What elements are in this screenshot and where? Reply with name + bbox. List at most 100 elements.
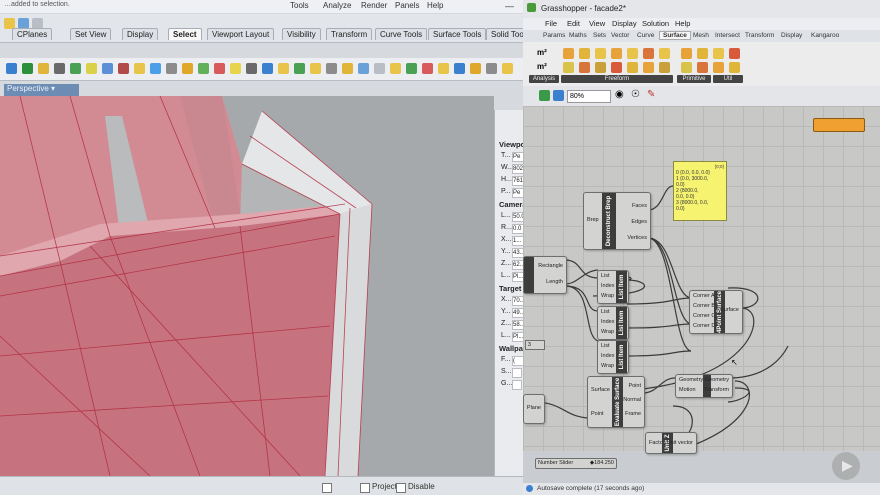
surface-tool-icon[interactable] xyxy=(643,48,654,59)
zoom-extents-icon[interactable]: ◉ xyxy=(615,89,624,100)
select-icon[interactable] xyxy=(390,63,401,74)
output-frame[interactable]: Frame xyxy=(625,411,641,417)
gh-menu-edit[interactable]: Edit xyxy=(567,19,580,28)
input-motion[interactable]: Motion xyxy=(679,387,696,393)
tab-set-view[interactable]: Set View xyxy=(70,28,112,40)
input-index[interactable]: Index xyxy=(601,353,614,359)
select-icon[interactable] xyxy=(86,63,97,74)
select-icon[interactable] xyxy=(326,63,337,74)
surface-tool-icon[interactable] xyxy=(595,48,606,59)
deconstruct-brep-component[interactable]: Brep Deconstruct Brep Faces Edges Vertic… xyxy=(583,192,651,250)
util-tool-icon[interactable] xyxy=(713,48,724,59)
select-icon[interactable] xyxy=(214,63,225,74)
select-icon[interactable] xyxy=(262,63,273,74)
select-icon[interactable] xyxy=(134,63,145,74)
select-icon[interactable] xyxy=(454,63,465,74)
sketch-pen-icon[interactable]: ✎ xyxy=(647,89,655,100)
output-faces[interactable]: Faces xyxy=(632,203,647,209)
gh-tab-transform[interactable]: Transform xyxy=(745,32,774,39)
menu-help[interactable]: Help xyxy=(427,1,443,10)
number-slider[interactable]: Number Slider ◆184.250 xyxy=(535,458,617,469)
gh-tab-intersect[interactable]: Intersect xyxy=(715,32,740,39)
list-item-component[interactable]: List Index Wrap List Item xyxy=(597,306,629,340)
tab-curve-tools[interactable]: Curve Tools xyxy=(375,28,428,40)
select-icon[interactable] xyxy=(54,63,65,74)
input-index[interactable]: Index xyxy=(601,319,614,325)
checkbox[interactable] xyxy=(322,483,332,493)
menu-render[interactable]: Render xyxy=(361,1,387,10)
surface-tool-icon[interactable] xyxy=(643,62,654,73)
tab-transform[interactable]: Transform xyxy=(326,28,373,40)
select-icon[interactable] xyxy=(422,63,433,74)
input-corner-c[interactable]: Corner C xyxy=(693,313,715,319)
gh-tab-vector[interactable]: Vector xyxy=(611,32,629,39)
4point-surface-component[interactable]: Corner A Corner B Corner C Corner D 4Poi… xyxy=(689,290,743,334)
input-list[interactable]: List xyxy=(601,309,610,315)
gh-tab-kangaroo[interactable]: Kangaroo xyxy=(811,32,839,39)
prop-checkbox[interactable] xyxy=(512,380,522,390)
number-param[interactable]: 3 xyxy=(525,340,545,350)
slider-value[interactable]: ◆184.250 xyxy=(590,460,614,466)
surface-tool-icon[interactable] xyxy=(627,62,638,73)
select-icon[interactable] xyxy=(166,63,177,74)
save-icon[interactable] xyxy=(553,90,564,101)
select-icon[interactable] xyxy=(406,63,417,74)
select-icon[interactable] xyxy=(230,63,241,74)
tab-select[interactable]: Select xyxy=(168,28,202,40)
input-index[interactable]: Index xyxy=(601,283,614,289)
input-wrap[interactable]: Wrap xyxy=(601,293,614,299)
util-tool-icon[interactable] xyxy=(713,62,724,73)
select-icon[interactable] xyxy=(310,63,321,74)
gh-panel[interactable]: {0;0} 0 {0.0, 0.0, 0.0} 1 {0.0, 3000.0, … xyxy=(673,161,727,221)
list-item-component[interactable]: List Index Wrap List Item xyxy=(597,340,629,374)
select-icon[interactable] xyxy=(470,63,481,74)
tab-visibility[interactable]: Visibility xyxy=(282,28,321,40)
surface-tool-icon[interactable] xyxy=(659,48,670,59)
select-icon[interactable] xyxy=(70,63,81,74)
gh-tab-surface[interactable]: Surface xyxy=(659,31,691,40)
primitive-tool-icon[interactable] xyxy=(681,62,692,73)
surface-tool-icon[interactable] xyxy=(611,48,622,59)
select-icon[interactable] xyxy=(502,63,513,74)
gh-tab-maths[interactable]: Maths xyxy=(569,32,587,39)
input-list[interactable]: List xyxy=(601,343,610,349)
output-unit-vector[interactable]: Unit vector xyxy=(667,440,693,446)
minimize-icon[interactable]: — xyxy=(505,1,514,11)
input-wrap[interactable]: Wrap xyxy=(601,363,614,369)
input-surface[interactable]: Surface xyxy=(591,387,610,393)
select-icon[interactable] xyxy=(150,63,161,74)
util-tool-icon[interactable] xyxy=(729,62,740,73)
tab-surface-tools[interactable]: Surface Tools xyxy=(428,28,487,40)
output-geometry[interactable]: Geometry xyxy=(705,377,729,383)
surface-tool-icon[interactable] xyxy=(627,48,638,59)
primitive-tool-icon[interactable] xyxy=(697,48,708,59)
surface-tool-icon[interactable] xyxy=(595,62,606,73)
gh-menu-view[interactable]: View xyxy=(589,19,605,28)
select-curves-icon[interactable] xyxy=(22,63,33,74)
input-corner-d[interactable]: Corner D xyxy=(693,323,715,329)
output-vertices[interactable]: Vertices xyxy=(627,235,647,241)
input-point[interactable]: Point xyxy=(591,411,604,417)
select-icon[interactable] xyxy=(294,63,305,74)
tab-display[interactable]: Display xyxy=(122,28,159,40)
menu-panels[interactable]: Panels xyxy=(395,1,419,10)
analysis-tool-icon[interactable]: m² xyxy=(537,48,547,57)
gh-menu-file[interactable]: File xyxy=(545,19,557,28)
evaluate-surface-component[interactable]: Surface Point Evaluate Surface Point Nor… xyxy=(587,376,645,428)
select-icon[interactable] xyxy=(246,63,257,74)
output-surface[interactable]: Surface xyxy=(720,307,739,313)
surface-tool-icon[interactable] xyxy=(563,48,574,59)
menu-analyze[interactable]: Analyze xyxy=(323,1,351,10)
list-item-component[interactable]: List Index Wrap List Item xyxy=(597,270,629,304)
input-brep[interactable]: Brep xyxy=(587,217,599,223)
util-tool-icon[interactable] xyxy=(729,48,740,59)
gh-tab-mesh[interactable]: Mesh xyxy=(693,32,709,39)
primitive-tool-icon[interactable] xyxy=(697,62,708,73)
tab-viewport-layout[interactable]: Viewport Layout xyxy=(207,28,275,40)
select-icon[interactable] xyxy=(486,63,497,74)
input-wrap[interactable]: Wrap xyxy=(601,329,614,335)
gh-canvas[interactable]: {0;0} 0 {0.0, 0.0, 0.0} 1 {0.0, 3000.0, … xyxy=(523,106,880,454)
gh-tab-display[interactable]: Display xyxy=(781,32,802,39)
viewport-label[interactable]: Perspective ▾ xyxy=(4,84,79,96)
surface-tool-icon[interactable] xyxy=(579,48,590,59)
